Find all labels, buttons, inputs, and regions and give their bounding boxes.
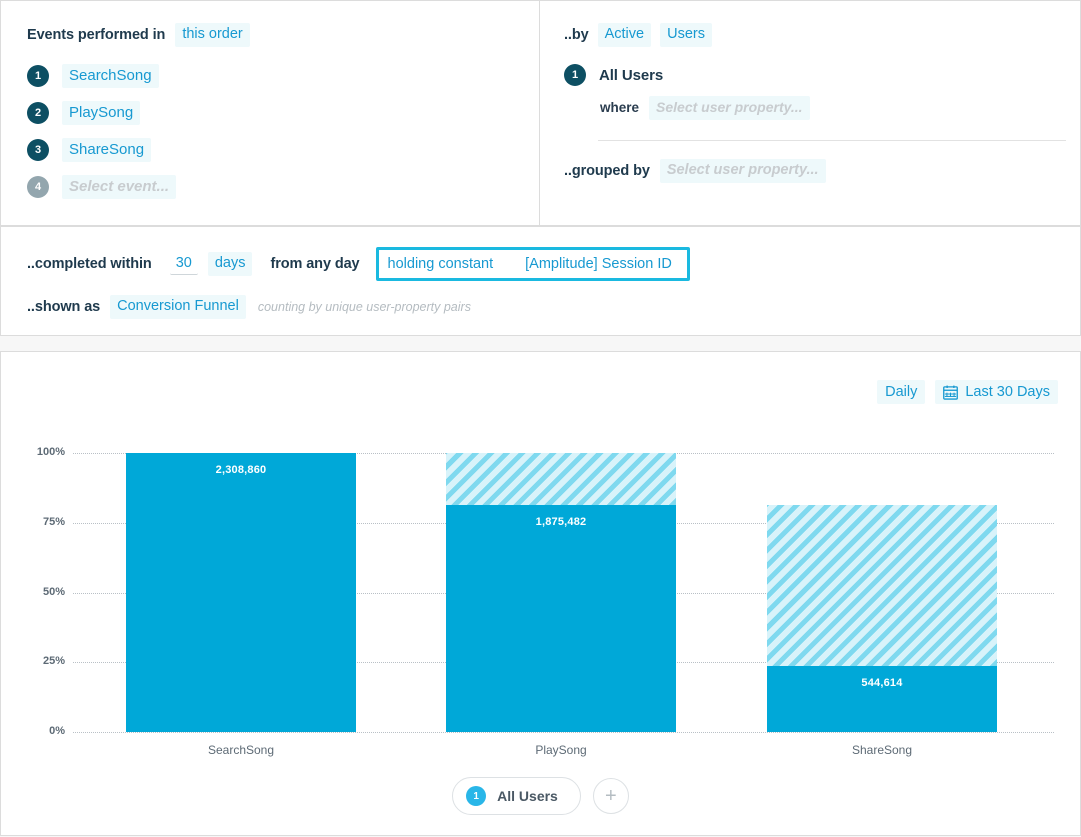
completed-within-row: ..completed within 30 days from any day … <box>27 247 1080 281</box>
bar-segment-converted: 2,308,860 <box>126 453 356 732</box>
bar-segment-dropped <box>446 453 676 506</box>
legend-series-number: 1 <box>466 786 487 806</box>
gridline <box>73 732 1054 733</box>
where-label: where <box>600 100 640 115</box>
event-step-number: 3 <box>27 139 49 161</box>
segment-header: ..by Active Users <box>564 23 1080 47</box>
holding-constant-label[interactable]: holding constant <box>379 254 503 275</box>
bar-value-label: 544,614 <box>861 677 903 690</box>
shown-as-label: ..shown as <box>27 299 101 315</box>
events-header: Events performed in this order <box>27 23 539 47</box>
event-step-number: 1 <box>27 65 49 87</box>
bar-group[interactable]: 1,875,482 PlaySong <box>446 453 676 757</box>
bar-segment-converted: 1,875,482 <box>446 505 676 732</box>
y-axis-tick: 100% <box>36 446 65 458</box>
query-builder-top-row: Events performed in this order 1 SearchS… <box>1 1 1080 226</box>
event-step-3: 3 ShareSong <box>27 138 539 162</box>
chart-panel: Daily Last 30 Days 100% 75% 50% 25% 0% 2,308,… <box>0 351 1081 836</box>
bar-segment-converted: 544,614 <box>767 666 997 732</box>
bar-stack: 1,875,482 <box>446 453 676 732</box>
event-step-name[interactable]: SearchSong <box>62 64 159 88</box>
legend-item-all-users[interactable]: 1 All Users <box>452 777 581 815</box>
segment-divider <box>598 140 1066 141</box>
bar-segment-dropped <box>767 505 997 667</box>
segment-section: ..by Active Users 1 All Users where Sele… <box>540 1 1080 225</box>
segment-where-row: where Select user property... <box>564 96 1080 120</box>
y-axis-tick: 75% <box>42 515 65 528</box>
completed-within-label: ..completed within <box>27 256 152 272</box>
grouped-by-label: ..grouped by <box>564 163 650 179</box>
y-axis-tick: 25% <box>42 655 65 668</box>
legend-series-label: All Users <box>497 788 558 804</box>
chart-legend: 1 All Users + <box>1 777 1080 815</box>
events-section: Events performed in this order 1 SearchS… <box>1 1 540 225</box>
segment-number: 1 <box>564 64 586 86</box>
event-step-1: 1 SearchSong <box>27 64 539 88</box>
segment-by-label: ..by <box>564 27 589 43</box>
bar-value-label: 1,875,482 <box>535 516 587 529</box>
event-step-number: 2 <box>27 102 49 124</box>
conversion-settings-section: ..completed within 30 days from any day … <box>1 226 1080 335</box>
y-axis-tick: 50% <box>42 585 65 598</box>
event-step-number: 4 <box>27 176 49 198</box>
event-step-placeholder[interactable]: Select event... <box>62 175 177 199</box>
shown-as-row: ..shown as Conversion Funnel counting by… <box>27 295 1080 319</box>
query-builder-panel: Events performed in this order 1 SearchS… <box>0 0 1081 336</box>
event-order-chip[interactable]: this order <box>175 23 250 47</box>
y-axis-tick: 0% <box>49 725 65 737</box>
event-step-2: 2 PlaySong <box>27 101 539 125</box>
bar-group[interactable]: 2,308,860 SearchSong <box>126 453 356 757</box>
x-axis-category-label: ShareSong <box>851 743 913 757</box>
conversion-window-unit[interactable]: days <box>207 252 253 276</box>
from-any-day-label: from any day <box>270 256 360 272</box>
grouped-by-input[interactable]: Select user property... <box>659 159 826 183</box>
holding-constant-group[interactable]: holding constant [Amplitude] Session ID <box>375 247 690 281</box>
holding-constant-value[interactable]: [Amplitude] Session ID <box>516 254 681 275</box>
bar-value-label: 2,308,860 <box>215 464 267 476</box>
bar-group[interactable]: 544,614 ShareSong <box>767 453 997 757</box>
segment-active-chip[interactable]: Active <box>597 23 652 47</box>
counting-note: counting by unique user-property pairs <box>257 300 471 314</box>
event-step-name[interactable]: ShareSong <box>62 138 152 162</box>
bar-stack: 2,308,860 <box>126 453 356 732</box>
where-property-input[interactable]: Select user property... <box>649 96 810 120</box>
event-step-4: 4 Select event... <box>27 175 539 199</box>
segment-name[interactable]: All Users <box>599 67 663 84</box>
conversion-window-value[interactable]: 30 <box>169 253 198 275</box>
bar-stack: 544,614 <box>767 505 997 732</box>
event-step-name[interactable]: PlaySong <box>62 101 141 125</box>
shown-as-value[interactable]: Conversion Funnel <box>110 295 246 319</box>
x-axis-category-label: PlaySong <box>535 743 587 757</box>
events-title: Events performed in <box>27 27 166 43</box>
grouped-by-row: ..grouped by Select user property... <box>564 159 1080 183</box>
x-axis-category-label: SearchSong <box>207 743 275 757</box>
segment-row-1: 1 All Users <box>564 64 1080 86</box>
funnel-chart: 100% 75% 50% 25% 0% 2,308,860 SearchSong 1,875,… <box>1 352 1081 837</box>
segment-users-chip[interactable]: Users <box>660 23 712 47</box>
add-segment-button[interactable]: + <box>592 778 629 814</box>
